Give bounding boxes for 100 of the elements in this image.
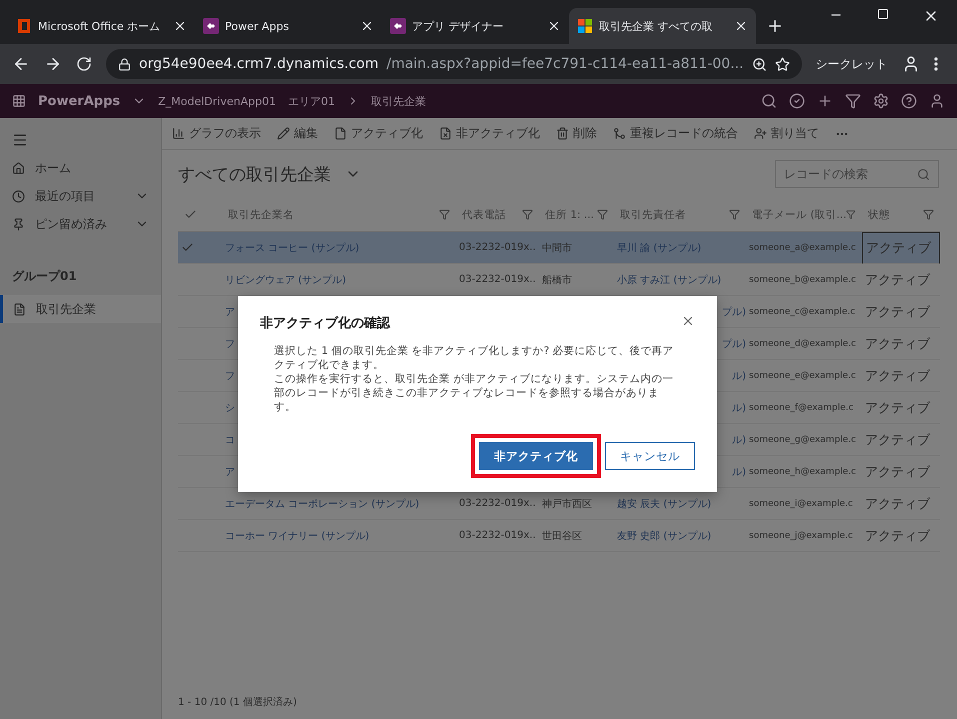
contact-cell[interactable]: ル): [732, 464, 746, 478]
command-button[interactable]: 重複レコードの統合: [613, 125, 738, 142]
column-header[interactable]: 状態: [868, 208, 890, 222]
document-icon: [439, 127, 452, 140]
email-cell: someone_c@example.c: [749, 306, 856, 316]
close-icon: [734, 19, 748, 33]
dialog-message: 選択した 1 個の取引先企業 を非アクティブ化しますか? 必要に応じて、後で再アクティブ化できます。 この操作を実行すると、取引先企業 が非アクティブになります。システム内の一部のレコードが引き続きこの非アクティブなレコードを参照する場合があります。: [274, 344, 674, 414]
address-field[interactable]: org54e90ee4.crm7.dynamics.com /main.aspx?appid=fee7c791-c114-ea11-a811-00...: [106, 49, 802, 79]
column-header[interactable]: 代表電話: [462, 208, 506, 222]
email-cell: someone_b@example.c: [749, 274, 856, 284]
forward-icon: [44, 55, 62, 73]
column-header[interactable]: 取引先企業名: [228, 208, 294, 222]
zoom-icon: [752, 56, 767, 72]
profile-label[interactable]: シークレット: [816, 56, 888, 72]
row-selector[interactable]: [178, 232, 222, 264]
close-icon: [547, 19, 561, 33]
trash-icon: [556, 127, 569, 140]
account-name-cell[interactable]: ア: [225, 464, 235, 478]
column-header[interactable]: 電子メール (取引...: [752, 208, 846, 222]
search-icon: [917, 168, 930, 180]
column-header[interactable]: 住所 1: ...: [545, 208, 594, 222]
account-name-cell[interactable]: エーデータム コーポレーション (サンプル): [225, 496, 420, 510]
cancel-button[interactable]: キャンセル: [605, 442, 695, 470]
account-name-cell[interactable]: フ: [225, 336, 235, 350]
breadcrumb-item[interactable]: 取引先企業: [370, 94, 426, 108]
menu-icon[interactable]: [934, 57, 938, 71]
account-name-cell[interactable]: コーホー ワイナリー (サンプル): [225, 528, 370, 542]
command-button[interactable]: 非アクティブ化: [439, 125, 540, 142]
account-name-cell[interactable]: コ: [225, 432, 235, 446]
nav-item[interactable]: ホーム: [0, 154, 161, 182]
status-cell-text: アクティブ: [865, 336, 930, 352]
plus-icon: [817, 93, 833, 109]
person-icon: [929, 93, 945, 109]
email-cell: someone_e@example.c: [749, 370, 856, 380]
document-icon: [13, 302, 26, 316]
status-cell-text: アクティブ: [865, 400, 930, 416]
command-button[interactable]: 編集: [277, 125, 318, 142]
contact-cell[interactable]: 友野 史郎 (サンプル): [617, 528, 712, 542]
menu-icon: [12, 132, 28, 148]
close-icon: [173, 19, 187, 33]
filter-icon: [729, 209, 740, 220]
close-icon[interactable]: [681, 314, 695, 328]
contact-cell[interactable]: ル): [732, 432, 746, 446]
pencil-icon: [277, 127, 290, 140]
email-cell: someone_h@example.c: [749, 466, 856, 476]
status-cell-text: アクティブ: [865, 368, 930, 384]
brand-name[interactable]: PowerApps: [38, 94, 120, 108]
account-name-cell[interactable]: リビングウェア (サンプル): [225, 272, 346, 286]
status-cell-text: アクティブ: [865, 464, 930, 480]
maximize-icon: [877, 8, 889, 20]
browser-tab[interactable]: Power Apps: [195, 8, 382, 44]
command-button[interactable]: アクティブ化: [334, 125, 423, 142]
star-icon: [774, 56, 790, 72]
browser-tab[interactable]: Microsoft Office ホーム: [8, 8, 195, 44]
reload-icon: [76, 56, 92, 72]
filter-icon: [845, 93, 861, 109]
back-icon: [12, 55, 30, 73]
contact-cell[interactable]: 小原 すみ江 (サンプル): [617, 272, 722, 286]
nav-item[interactable]: 取引先企業: [0, 295, 161, 323]
contact-cell[interactable]: プル): [722, 304, 746, 318]
browser-tab[interactable]: アプリ デザイナー: [382, 8, 569, 44]
contact-cell[interactable]: ル): [732, 368, 746, 382]
column-header[interactable]: 取引先責任者: [620, 208, 686, 222]
document-icon: [334, 127, 347, 140]
nav-item[interactable]: 最近の項目: [0, 182, 161, 210]
record-count: 1 - 10 /10 (1 個選択済み): [178, 696, 298, 710]
command-button[interactable]: 割り当て: [754, 125, 819, 142]
contact-cell[interactable]: プル): [722, 336, 746, 350]
filter-icon: [846, 209, 856, 220]
search-field[interactable]: レコードの検索: [775, 160, 939, 188]
contact-cell[interactable]: 越安 辰夫 (サンプル): [617, 496, 712, 510]
app-name[interactable]: Z_ModelDrivenApp01: [158, 94, 276, 108]
help-icon: [901, 93, 917, 109]
phone-cell: 03-2232-019x..: [459, 530, 536, 541]
view-title[interactable]: すべての取引先企業: [178, 162, 331, 186]
clock-icon: [12, 190, 25, 202]
email-cell: someone_j@example.c: [749, 530, 853, 540]
phone-cell: 03-2232-019x..: [459, 498, 536, 509]
command-button[interactable]: グラフの表示: [172, 125, 261, 142]
settings-icon: [873, 93, 889, 109]
phone-cell: 03-2232-019x..: [459, 274, 536, 285]
app-icon: [203, 18, 219, 34]
command-button[interactable]: 削除: [556, 125, 597, 142]
contact-cell[interactable]: ル): [732, 400, 746, 414]
person-icon: [754, 127, 767, 140]
windows-icon: [577, 18, 593, 34]
filter-icon: [597, 209, 608, 220]
nav-item[interactable]: ピン留め済み: [0, 210, 161, 238]
account-name-cell[interactable]: ア: [225, 304, 235, 318]
new-tab-icon[interactable]: [766, 17, 784, 35]
filter-icon: [522, 209, 533, 220]
app-launcher-icon: [12, 94, 26, 108]
address-cell-text: 中間市: [542, 242, 572, 254]
pin-icon: [12, 218, 25, 230]
account-name-cell[interactable]: フ: [225, 368, 235, 382]
account-name-cell[interactable]: シ: [225, 400, 235, 414]
deactivate-button[interactable]: 非アクティブ化: [479, 442, 593, 470]
merge-icon: [613, 127, 626, 140]
browser-tab[interactable]: 取引先企業 すべての取: [569, 8, 756, 44]
breadcrumb-item[interactable]: エリア01: [288, 94, 335, 108]
